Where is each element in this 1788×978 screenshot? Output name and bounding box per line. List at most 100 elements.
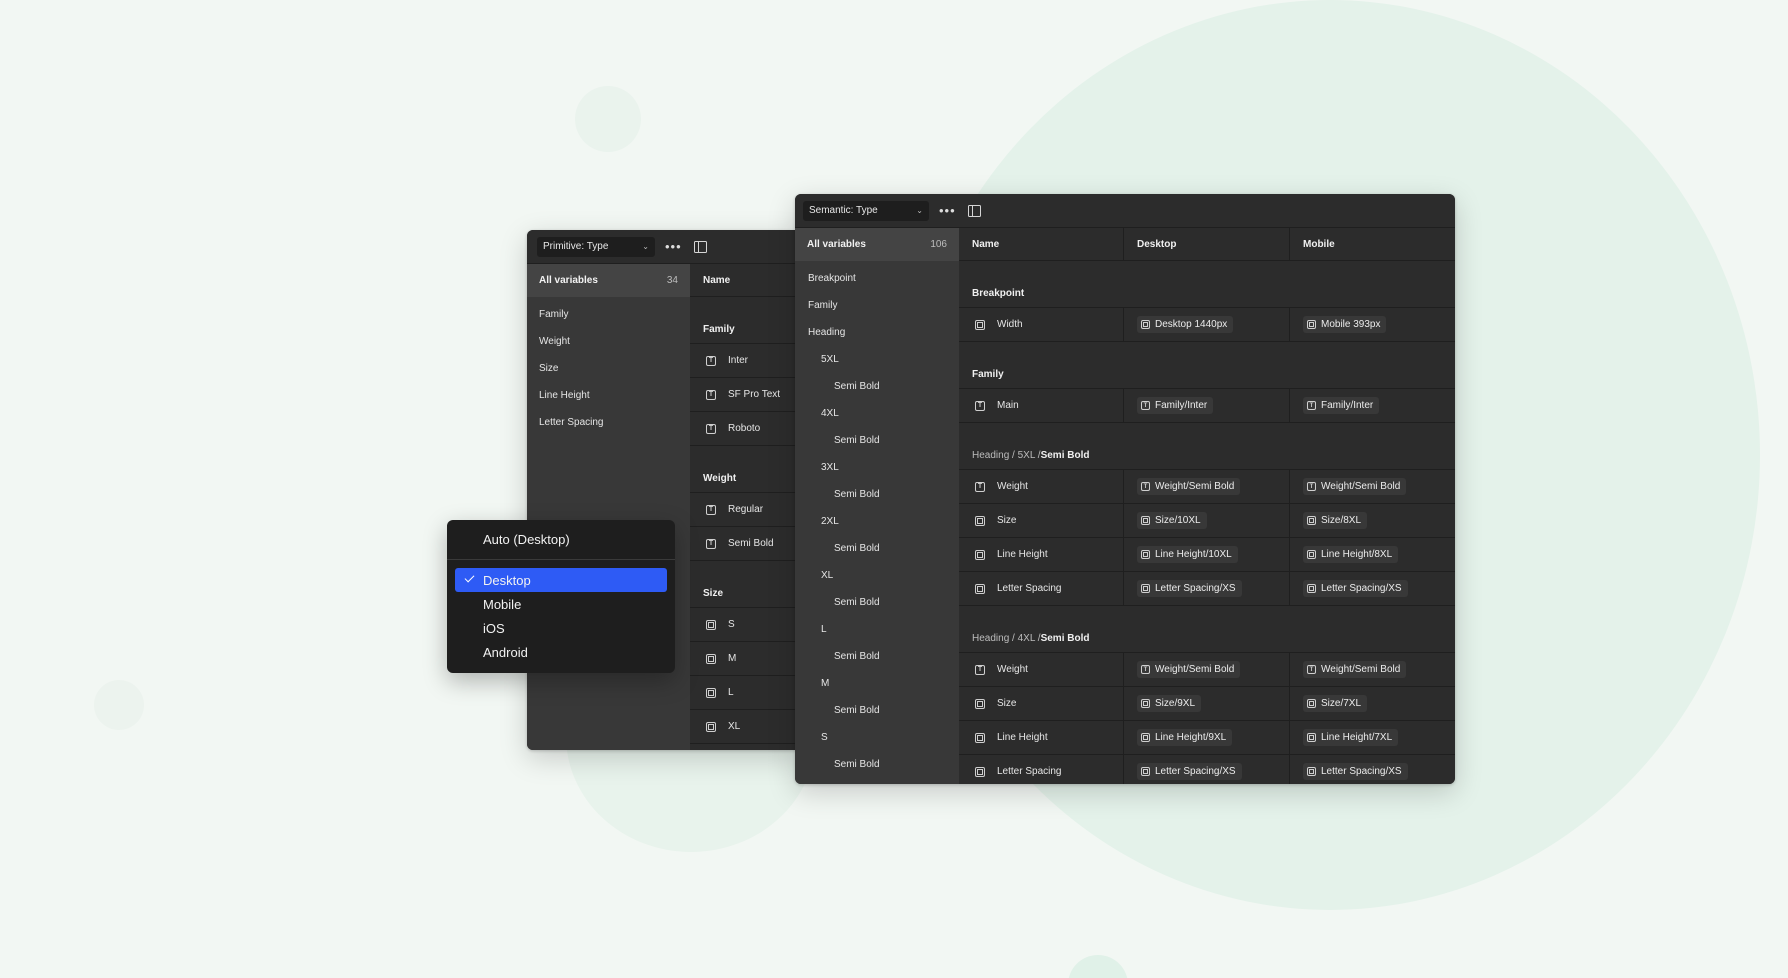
table-row[interactable]: S [690, 608, 801, 642]
toggle-sidebar-icon[interactable] [693, 240, 707, 253]
alias-chip[interactable]: Size/9XL [1137, 695, 1202, 712]
more-options-icon[interactable]: ••• [665, 240, 682, 253]
column-header-desktop[interactable]: Desktop [1124, 228, 1290, 260]
alias-chip[interactable]: T Weight/Semi Bold [1137, 478, 1241, 495]
desktop-value-cell[interactable]: Line Height/9XL [1124, 721, 1290, 754]
mobile-value-cell[interactable]: T Family/Inter [1290, 389, 1455, 422]
sidebar-item[interactable]: Weight [527, 328, 690, 355]
alias-chip[interactable]: T Weight/Semi Bold [1137, 661, 1241, 678]
sidebar-item-all-variables[interactable]: All variables 106 [795, 228, 959, 261]
table-row[interactable]: T Weight T Weight/Semi Bold T Weight/Semi Bol… [959, 470, 1455, 504]
alias-chip[interactable]: Line Height/10XL [1137, 546, 1238, 563]
toggle-sidebar-icon[interactable] [967, 204, 981, 217]
table-row[interactable]: T SF Pro Text [690, 378, 801, 412]
collection-select[interactable]: Semantic: Type ⌄ [803, 200, 929, 221]
sidebar-item[interactable]: S [795, 724, 959, 751]
sidebar-item[interactable]: 2XL [795, 508, 959, 535]
mobile-value-cell[interactable]: Letter Spacing/XS [1290, 755, 1455, 784]
table-row[interactable]: Size Size/9XL Size/7XL [959, 687, 1455, 721]
alias-chip[interactable]: Letter Spacing/XS [1303, 763, 1408, 780]
table-row[interactable]: T Semi Bold [690, 527, 801, 561]
table-row[interactable]: Line Height Line Height/10XL Line Height/8… [959, 538, 1455, 572]
table-row[interactable]: T Main T Family/Inter T Family/Inter [959, 389, 1455, 423]
mode-option-android[interactable]: Android [447, 640, 675, 664]
table-row[interactable]: Width Desktop 1440px Mobile 393px [959, 308, 1455, 342]
sidebar-item[interactable]: L [795, 616, 959, 643]
desktop-value-cell[interactable]: Size/10XL [1124, 504, 1290, 537]
table-row[interactable]: XL [690, 710, 801, 744]
mode-option-auto[interactable]: Auto (Desktop) [447, 520, 675, 560]
sidebar-item[interactable]: Semi Bold [795, 535, 959, 562]
alias-chip[interactable]: Line Height/9XL [1137, 729, 1233, 746]
table-row[interactable]: Line Height Line Height/9XL Line Height/7X… [959, 721, 1455, 755]
desktop-value-cell[interactable]: Size/9XL [1124, 687, 1290, 720]
alias-chip[interactable]: T Family/Inter [1137, 397, 1214, 414]
sidebar-item[interactable]: Family [795, 292, 959, 319]
alias-chip[interactable]: T Family/Inter [1303, 397, 1380, 414]
alias-chip[interactable]: Letter Spacing/XS [1137, 763, 1242, 780]
sidebar-item[interactable]: 5XL [795, 346, 959, 373]
sidebar-item[interactable]: Semi Bold [795, 481, 959, 508]
sidebar-item[interactable]: Family [527, 301, 690, 328]
mode-option-mobile[interactable]: Mobile [447, 592, 675, 616]
alias-chip[interactable]: Size/8XL [1303, 512, 1368, 529]
sidebar-item[interactable]: Semi Bold [795, 643, 959, 670]
more-options-icon[interactable]: ••• [939, 204, 956, 217]
desktop-value-cell[interactable]: T Family/Inter [1124, 389, 1290, 422]
alias-chip[interactable]: Mobile 393px [1303, 316, 1387, 333]
mode-option-ios[interactable]: iOS [447, 616, 675, 640]
desktop-value-cell[interactable]: Desktop 1440px [1124, 308, 1290, 341]
table-row[interactable]: T Roboto [690, 412, 801, 446]
table-row[interactable]: Letter Spacing Letter Spacing/XS Letter Sp… [959, 755, 1455, 784]
mode-option-desktop[interactable]: Desktop [455, 568, 667, 592]
alias-chip[interactable]: Size/10XL [1137, 512, 1207, 529]
mobile-value-cell[interactable]: Line Height/8XL [1290, 538, 1455, 571]
alias-chip[interactable]: Letter Spacing/XS [1303, 580, 1408, 597]
table-row[interactable]: T Inter [690, 344, 801, 378]
mobile-value-cell[interactable]: Size/7XL [1290, 687, 1455, 720]
alias-chip[interactable]: Size/7XL [1303, 695, 1368, 712]
mobile-value-cell[interactable]: Size/8XL [1290, 504, 1455, 537]
sidebar-item[interactable]: Line Height [527, 382, 690, 409]
desktop-value-cell[interactable]: T Weight/Semi Bold [1124, 653, 1290, 686]
alias-chip[interactable]: T Weight/Semi Bold [1303, 478, 1407, 495]
desktop-value-cell[interactable]: Line Height/10XL [1124, 538, 1290, 571]
sidebar-item[interactable]: Heading [795, 319, 959, 346]
desktop-value-cell[interactable]: Letter Spacing/XS [1124, 572, 1290, 605]
sidebar-item[interactable]: 4XL [795, 400, 959, 427]
table-row[interactable]: Size Size/10XL Size/8XL [959, 504, 1455, 538]
alias-chip[interactable]: Line Height/7XL [1303, 729, 1399, 746]
table-row[interactable]: T Weight T Weight/Semi Bold T Weight/Semi Bol… [959, 653, 1455, 687]
table-row[interactable]: T Regular [690, 493, 801, 527]
mobile-value-cell[interactable]: Letter Spacing/XS [1290, 572, 1455, 605]
alias-chip[interactable]: T Weight/Semi Bold [1303, 661, 1407, 678]
sidebar-item[interactable]: Semi Bold [795, 373, 959, 400]
desktop-value-cell[interactable]: T Weight/Semi Bold [1124, 470, 1290, 503]
alias-chip[interactable]: Line Height/8XL [1303, 546, 1399, 563]
sidebar-item[interactable]: Semi Bold [795, 751, 959, 778]
column-header-mobile[interactable]: Mobile [1290, 228, 1455, 260]
mobile-value-cell[interactable]: Line Height/7XL [1290, 721, 1455, 754]
collection-select[interactable]: Primitive: Type ⌄ [537, 236, 655, 257]
chip-label: Letter Spacing/XS [1155, 766, 1236, 777]
sidebar-item[interactable]: Semi Bold [795, 589, 959, 616]
alias-chip[interactable]: Letter Spacing/XS [1137, 580, 1242, 597]
sidebar-item[interactable]: Letter Spacing [527, 409, 690, 436]
sidebar-item[interactable]: Semi Bold [795, 697, 959, 724]
sidebar-item[interactable]: Size [527, 355, 690, 382]
table-row[interactable]: Letter Spacing Letter Spacing/XS Letter Sp… [959, 572, 1455, 606]
mobile-value-cell[interactable]: Mobile 393px [1290, 308, 1455, 341]
desktop-value-cell[interactable]: Letter Spacing/XS [1124, 755, 1290, 784]
sidebar-item[interactable]: 3XL [795, 454, 959, 481]
sidebar-item[interactable]: Semi Bold [795, 427, 959, 454]
sidebar-item[interactable]: XL [795, 562, 959, 589]
sidebar-item[interactable]: M [795, 670, 959, 697]
alias-chip[interactable]: Desktop 1440px [1137, 316, 1234, 333]
sidebar-item-all-variables[interactable]: All variables 34 [527, 264, 690, 297]
mobile-value-cell[interactable]: T Weight/Semi Bold [1290, 470, 1455, 503]
table-row[interactable]: M [690, 642, 801, 676]
checkmark-icon [464, 572, 475, 583]
mobile-value-cell[interactable]: T Weight/Semi Bold [1290, 653, 1455, 686]
sidebar-item[interactable]: Breakpoint [795, 265, 959, 292]
table-row[interactable]: L [690, 676, 801, 710]
